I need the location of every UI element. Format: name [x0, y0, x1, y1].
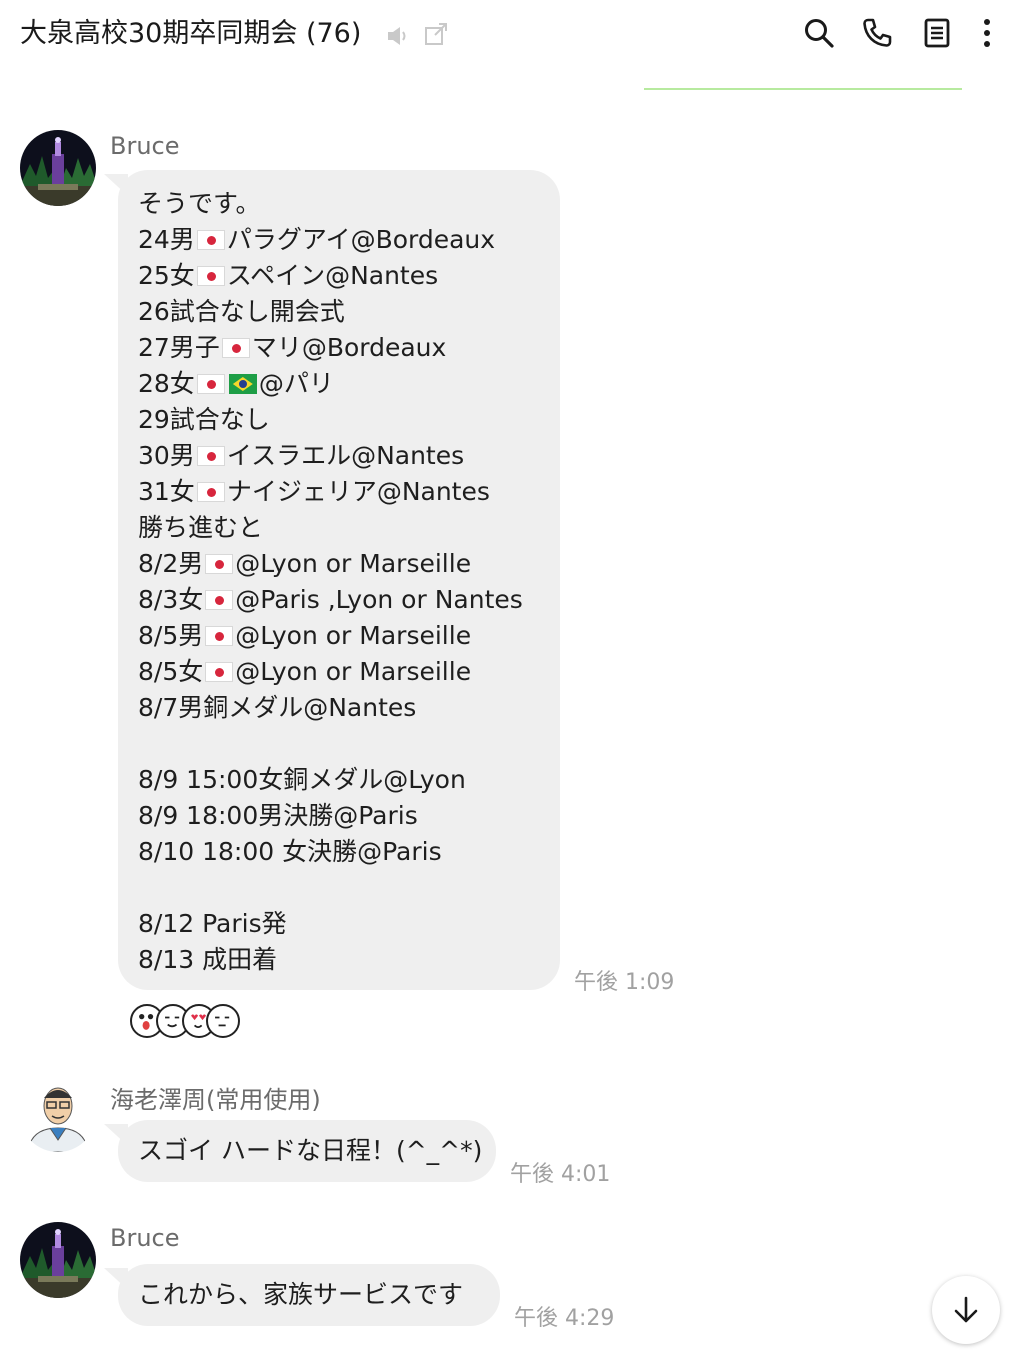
message-text: そうです。 24男 パラグアイ@Bordeaux 25女 スペイン@Nantes 26試合…	[138, 186, 523, 978]
message-line: 8/13 成田着	[138, 942, 523, 978]
message-time: 午後 4:01	[510, 1162, 611, 1187]
avatar[interactable]	[20, 1076, 96, 1152]
message-bubble[interactable]: スゴイ ハードな日程！(^_^*)	[118, 1120, 496, 1182]
message-line-text: 8/12 Paris発	[138, 909, 287, 938]
message-line: 8/9 15:00女銅メダル@Lyon	[138, 762, 523, 798]
japan-flag-icon	[196, 266, 225, 286]
message-line-text: 29試合なし	[138, 405, 270, 434]
message-line-text: 勝ち進むと	[138, 513, 264, 542]
message-line-text: @Lyon or Marseille	[235, 621, 472, 650]
japan-flag-icon	[205, 662, 234, 682]
message-line-text: 24男	[138, 225, 195, 254]
external-link-icon[interactable]	[422, 20, 450, 48]
japan-flag-icon	[205, 626, 234, 646]
phone-icon[interactable]	[860, 16, 894, 50]
message-text: これから、家族サービスです	[138, 1280, 464, 1309]
chat-header: 大泉高校30期卒同期会 (76)	[0, 0, 1014, 70]
message-line: 24男 パラグアイ@Bordeaux	[138, 222, 523, 258]
message-time: 午後 1:09	[574, 970, 675, 995]
message-line: 28女 @パリ	[138, 366, 523, 402]
message-line-text: 31女	[138, 477, 195, 506]
message-line-text: @Lyon or Marseille	[235, 549, 472, 578]
smirk-face-icon	[206, 1004, 240, 1038]
brazil-flag-icon	[228, 374, 257, 394]
message-line: 30男 イスラエル@Nantes	[138, 438, 523, 474]
message-line: 8/5男 @Lyon or Marseille	[138, 618, 523, 654]
avatar[interactable]	[20, 1222, 96, 1298]
mute-icon	[384, 22, 412, 50]
message-line-text: 8/9 18:00男決勝@Paris	[138, 801, 418, 830]
previous-message-edge	[644, 88, 962, 90]
message-line: そうです。	[138, 186, 523, 222]
search-icon[interactable]	[802, 16, 836, 50]
message-line: 29試合なし	[138, 402, 523, 438]
scroll-to-bottom-button[interactable]	[932, 1276, 1000, 1344]
message-line: 27男子 マリ@Bordeaux	[138, 330, 523, 366]
message-line-text: マリ@Bordeaux	[251, 333, 447, 362]
japan-flag-icon	[196, 230, 225, 250]
japan-flag-icon	[205, 554, 234, 574]
sender-name: 海老澤周(常用使用)	[110, 1086, 321, 1114]
message-line-text: @Paris ,Lyon or Nantes	[235, 585, 523, 614]
message-line: 26試合なし開会式	[138, 294, 523, 330]
chat-title: 大泉高校30期卒同期会 (76)	[20, 18, 362, 49]
message-line: 8/5女 @Lyon or Marseille	[138, 654, 523, 690]
message-line: 勝ち進むと	[138, 510, 523, 546]
message-line-text: 8/5男	[138, 621, 204, 650]
message-line-text: 8/13 成田着	[138, 945, 278, 974]
japan-flag-icon	[221, 338, 250, 358]
message-line-text: 26試合なし開会式	[138, 297, 345, 326]
message-line-text: そうです。	[138, 189, 261, 218]
message-line: 8/10 18:00 女決勝@Paris	[138, 834, 523, 870]
message-line: 8/7男銅メダル@Nantes	[138, 690, 523, 726]
message-line-text: 8/9 15:00女銅メダル@Lyon	[138, 765, 466, 794]
message-line-text: イスラエル@Nantes	[226, 441, 465, 470]
message-line-text: 8/5女	[138, 657, 204, 686]
japan-flag-icon	[196, 374, 225, 394]
message-bubble[interactable]: これから、家族サービスです	[118, 1264, 500, 1326]
message-text: スゴイ ハードな日程！(^_^*)	[138, 1136, 483, 1165]
message-line: 8/12 Paris発	[138, 906, 523, 942]
arrow-down-icon	[954, 1296, 978, 1323]
sender-name: Bruce	[110, 1224, 180, 1252]
message-line	[138, 870, 523, 906]
reaction-stickers[interactable]	[130, 1004, 240, 1040]
message-line: 8/2男 @Lyon or Marseille	[138, 546, 523, 582]
message-bubble[interactable]: そうです。 24男 パラグアイ@Bordeaux 25女 スペイン@Nantes 26試合…	[118, 170, 560, 990]
message-line-text: スペイン@Nantes	[226, 261, 439, 290]
japan-flag-icon	[196, 446, 225, 466]
message-line-text: 8/2男	[138, 549, 204, 578]
message-line-text: 8/7男銅メダル@Nantes	[138, 693, 417, 722]
message-line-text: @Lyon or Marseille	[235, 657, 472, 686]
message-line: 8/9 18:00男決勝@Paris	[138, 798, 523, 834]
japan-flag-icon	[205, 590, 234, 610]
message-line-text: 8/3女	[138, 585, 204, 614]
japan-flag-icon	[196, 482, 225, 502]
message-line-text: 28女	[138, 369, 195, 398]
message-line-text: ナイジェリア@Nantes	[226, 477, 490, 506]
avatar[interactable]	[20, 130, 96, 206]
sender-name: Bruce	[110, 132, 180, 160]
message-line-text: 30男	[138, 441, 195, 470]
more-vertical-icon[interactable]	[972, 16, 1002, 50]
message-line	[138, 726, 523, 762]
message-line: 8/3女 @Paris ,Lyon or Nantes	[138, 582, 523, 618]
notes-icon[interactable]	[920, 16, 954, 50]
message-line-text: 8/10 18:00 女決勝@Paris	[138, 837, 442, 866]
message-line-text: @パリ	[258, 369, 334, 398]
message-line: 25女 スペイン@Nantes	[138, 258, 523, 294]
message-line-text: 25女	[138, 261, 195, 290]
message-line: 31女 ナイジェリア@Nantes	[138, 474, 523, 510]
message-line-text: 27男子	[138, 333, 220, 362]
message-time: 午後 4:29	[514, 1306, 615, 1331]
message-line-text: パラグアイ@Bordeaux	[226, 225, 496, 254]
